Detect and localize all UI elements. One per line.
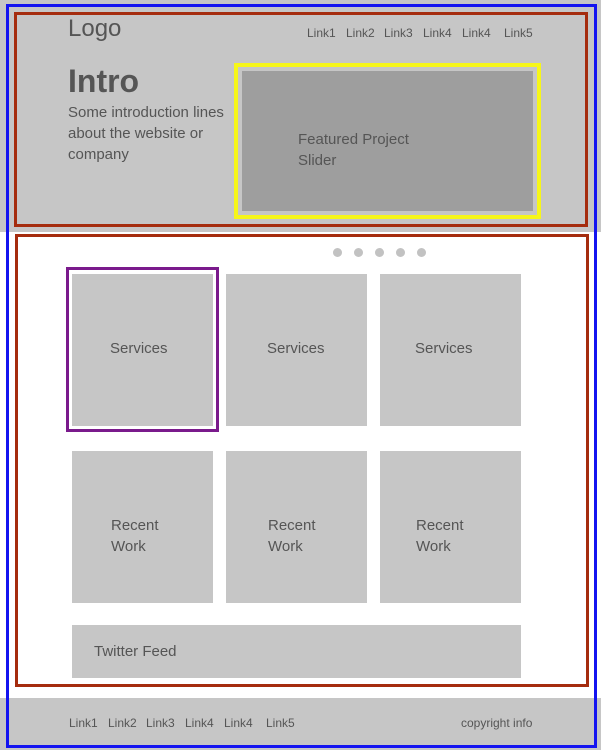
- copyright-info: copyright info: [461, 716, 533, 730]
- slider-dot-2[interactable]: [354, 248, 363, 257]
- services-tile-3[interactable]: Services: [380, 274, 521, 426]
- services-label: Services: [267, 340, 325, 357]
- recent-work-line-1: Recent: [416, 517, 464, 534]
- footer-link-4[interactable]: Link4: [185, 716, 214, 730]
- twitter-feed[interactable]: Twitter Feed: [72, 625, 521, 678]
- recent-work-label: Recent Work: [111, 515, 159, 557]
- nav-link-1[interactable]: Link1: [307, 26, 336, 40]
- services-tile-1[interactable]: Services: [72, 274, 213, 426]
- footer-link-3[interactable]: Link3: [146, 716, 175, 730]
- nav-link-4[interactable]: Link4: [423, 26, 452, 40]
- intro-title: Intro: [68, 63, 140, 99]
- twitter-feed-label: Twitter Feed: [94, 643, 177, 660]
- recent-work-label: Recent Work: [416, 515, 464, 557]
- slider-dot-1[interactable]: [333, 248, 342, 257]
- header-section: Logo Link1 Link2 Link3 Link4 Link4 Link5…: [0, 0, 601, 232]
- footer-link-5[interactable]: Link4: [224, 716, 253, 730]
- slider-dot-4[interactable]: [396, 248, 405, 257]
- nav-link-5[interactable]: Link4: [462, 26, 491, 40]
- services-label: Services: [110, 340, 168, 357]
- recent-work-line-2: Work: [111, 538, 146, 555]
- services-label: Services: [415, 340, 473, 357]
- recent-work-tile-1[interactable]: Recent Work: [72, 451, 213, 603]
- recent-work-tile-2[interactable]: Recent Work: [226, 451, 367, 603]
- slider-label-line-1: Featured Project: [298, 131, 409, 148]
- services-tile-2[interactable]: Services: [226, 274, 367, 426]
- footer-link-2[interactable]: Link2: [108, 716, 137, 730]
- footer-section: Link1 Link2 Link3 Link4 Link4 Link5 copy…: [0, 698, 601, 750]
- recent-work-line-2: Work: [268, 538, 303, 555]
- footer-link-1[interactable]: Link1: [69, 716, 98, 730]
- top-nav: Link1 Link2 Link3 Link4 Link4 Link5: [0, 26, 601, 42]
- nav-link-2[interactable]: Link2: [346, 26, 375, 40]
- recent-work-line-1: Recent: [268, 517, 316, 534]
- slider-image-area: Featured Project Slider: [242, 71, 533, 211]
- featured-project-slider[interactable]: Featured Project Slider: [234, 63, 541, 219]
- recent-work-line-1: Recent: [111, 517, 159, 534]
- recent-work-label: Recent Work: [268, 515, 316, 557]
- nav-link-6[interactable]: Link5: [504, 26, 533, 40]
- slider-label-line-2: Slider: [298, 152, 337, 169]
- recent-work-tile-3[interactable]: Recent Work: [380, 451, 521, 603]
- slider-dot-3[interactable]: [375, 248, 384, 257]
- nav-link-3[interactable]: Link3: [384, 26, 413, 40]
- intro-text: Some introduction lines about the websit…: [68, 104, 224, 163]
- footer-link-6[interactable]: Link5: [266, 716, 295, 730]
- recent-work-line-2: Work: [416, 538, 451, 555]
- slider-dot-5[interactable]: [417, 248, 426, 257]
- slider-label: Featured Project Slider: [298, 129, 438, 171]
- wireframe-page: Logo Link1 Link2 Link3 Link4 Link4 Link5…: [0, 0, 601, 750]
